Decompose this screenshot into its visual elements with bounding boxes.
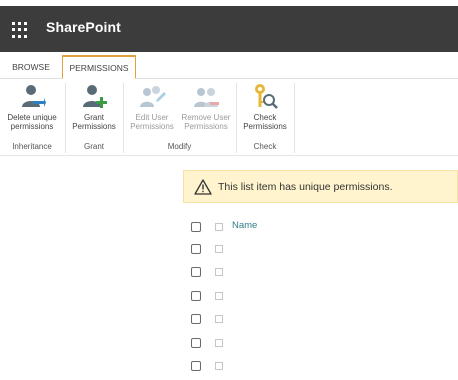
edit-user-permissions-label-1: Edit User — [135, 113, 169, 122]
warning-icon — [194, 179, 212, 195]
delete-unique-permissions-label-2: permissions — [10, 122, 54, 131]
grant-permissions-label-2: Permissions — [72, 122, 116, 131]
row-select-checkbox[interactable] — [191, 338, 201, 348]
select-all-checkbox[interactable] — [191, 222, 201, 232]
group-separator — [236, 83, 237, 153]
ribbon: Delete unique permissions Inheritance Gr… — [0, 79, 458, 156]
header-selection-icon — [215, 223, 223, 231]
check-permissions-button[interactable]: Check Permissions — [238, 83, 292, 131]
delete-unique-permissions-icon — [22, 85, 46, 107]
tab-permissions[interactable]: PERMISSIONS — [62, 55, 136, 79]
group-label-grant: Grant — [83, 142, 104, 151]
row-select-checkbox[interactable] — [191, 291, 201, 301]
check-permissions-label-1: Check — [253, 113, 277, 122]
suite-bar: SharePoint — [0, 6, 458, 52]
grant-permissions-label-1: Grant — [83, 113, 104, 122]
app-title[interactable]: SharePoint — [46, 19, 121, 35]
row-select-checkbox[interactable] — [191, 244, 201, 254]
tab-browse[interactable]: BROWSE — [4, 56, 58, 78]
row-item-checkbox[interactable] — [215, 339, 223, 347]
row-item-checkbox[interactable] — [215, 315, 223, 323]
delete-unique-permissions-label-1: Delete unique — [7, 113, 57, 122]
app-launcher-icon[interactable] — [12, 22, 28, 38]
row-select-checkbox[interactable] — [191, 361, 201, 371]
group-label-inheritance: Inheritance — [12, 142, 52, 151]
remove-user-permissions-button[interactable]: Remove User Permissions — [178, 83, 234, 131]
delete-unique-permissions-button[interactable]: Delete unique permissions — [2, 83, 62, 131]
row-item-checkbox[interactable] — [215, 245, 223, 253]
edit-user-permissions-button[interactable]: Edit User Permissions — [125, 83, 179, 131]
column-header-name[interactable]: Name — [232, 220, 257, 231]
group-label-check: Check — [253, 142, 277, 151]
edit-user-permissions-label-2: Permissions — [130, 122, 174, 131]
row-item-checkbox[interactable] — [215, 362, 223, 370]
remove-user-permissions-icon — [194, 88, 219, 107]
group-label-modify: Modify — [167, 142, 192, 151]
check-permissions-label-2: Permissions — [243, 122, 287, 131]
ribbon-tabs: BROWSE PERMISSIONS — [0, 55, 458, 79]
row-item-checkbox[interactable] — [215, 268, 223, 276]
remove-user-permissions-label-2: Permissions — [184, 122, 228, 131]
check-permissions-icon — [255, 84, 278, 109]
grant-permissions-button[interactable]: Grant Permissions — [67, 83, 121, 131]
banner-message: This list item has unique permissions. — [218, 181, 393, 193]
row-select-checkbox[interactable] — [191, 314, 201, 324]
group-separator — [123, 83, 124, 153]
remove-user-permissions-label-1: Remove User — [181, 113, 231, 122]
grant-permissions-icon — [83, 85, 107, 108]
edit-user-permissions-icon — [140, 86, 166, 107]
group-separator — [65, 83, 66, 153]
row-item-checkbox[interactable] — [215, 292, 223, 300]
unique-permissions-banner: This list item has unique permissions. — [183, 170, 458, 203]
row-select-checkbox[interactable] — [191, 267, 201, 277]
group-separator — [294, 83, 295, 153]
